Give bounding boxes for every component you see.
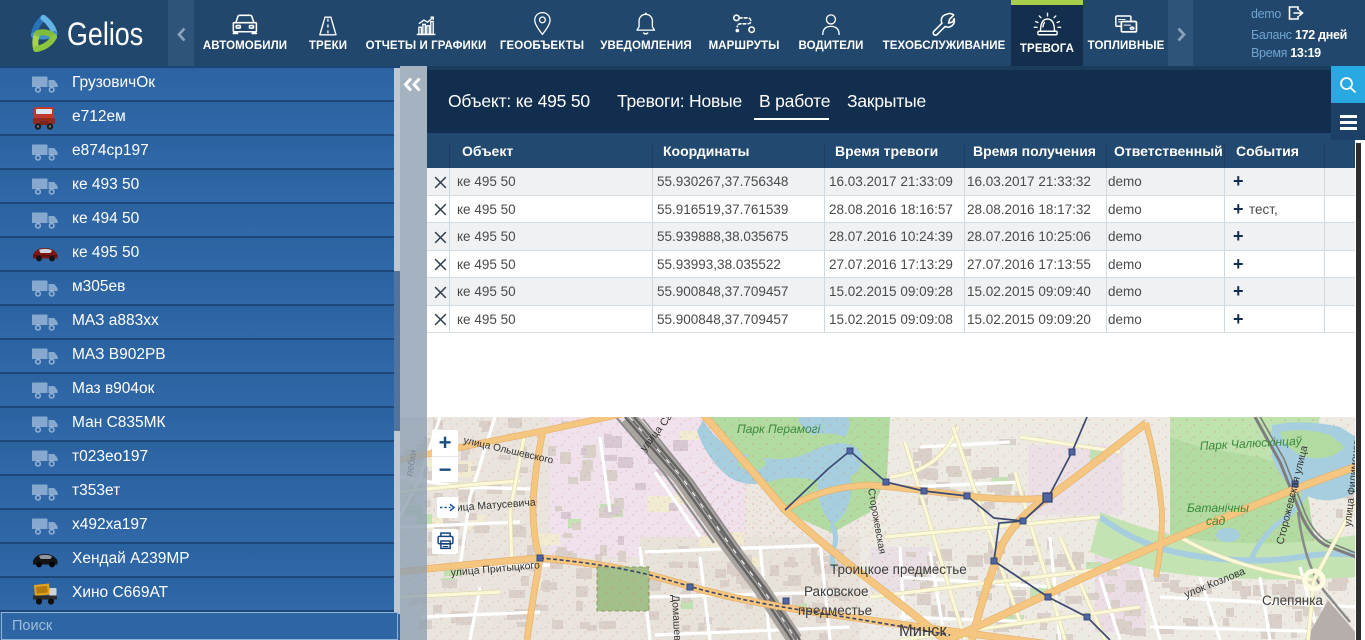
svg-text:Троицкое предместье: Троицкое предместье — [830, 562, 967, 577]
svg-text:Батанічны: Батанічны — [1187, 501, 1249, 515]
svg-text:Раковское: Раковское — [804, 584, 868, 599]
svg-text:Парк Перамогі: Парк Перамогі — [737, 422, 821, 436]
svg-text:Слепянка: Слепянка — [1262, 593, 1323, 608]
svg-text:Домашевск: Домашевск — [669, 595, 684, 640]
svg-text:сад: сад — [1206, 514, 1226, 528]
svg-text:Минск: Минск — [899, 622, 947, 640]
svg-text:предместье: предместье — [798, 603, 872, 618]
